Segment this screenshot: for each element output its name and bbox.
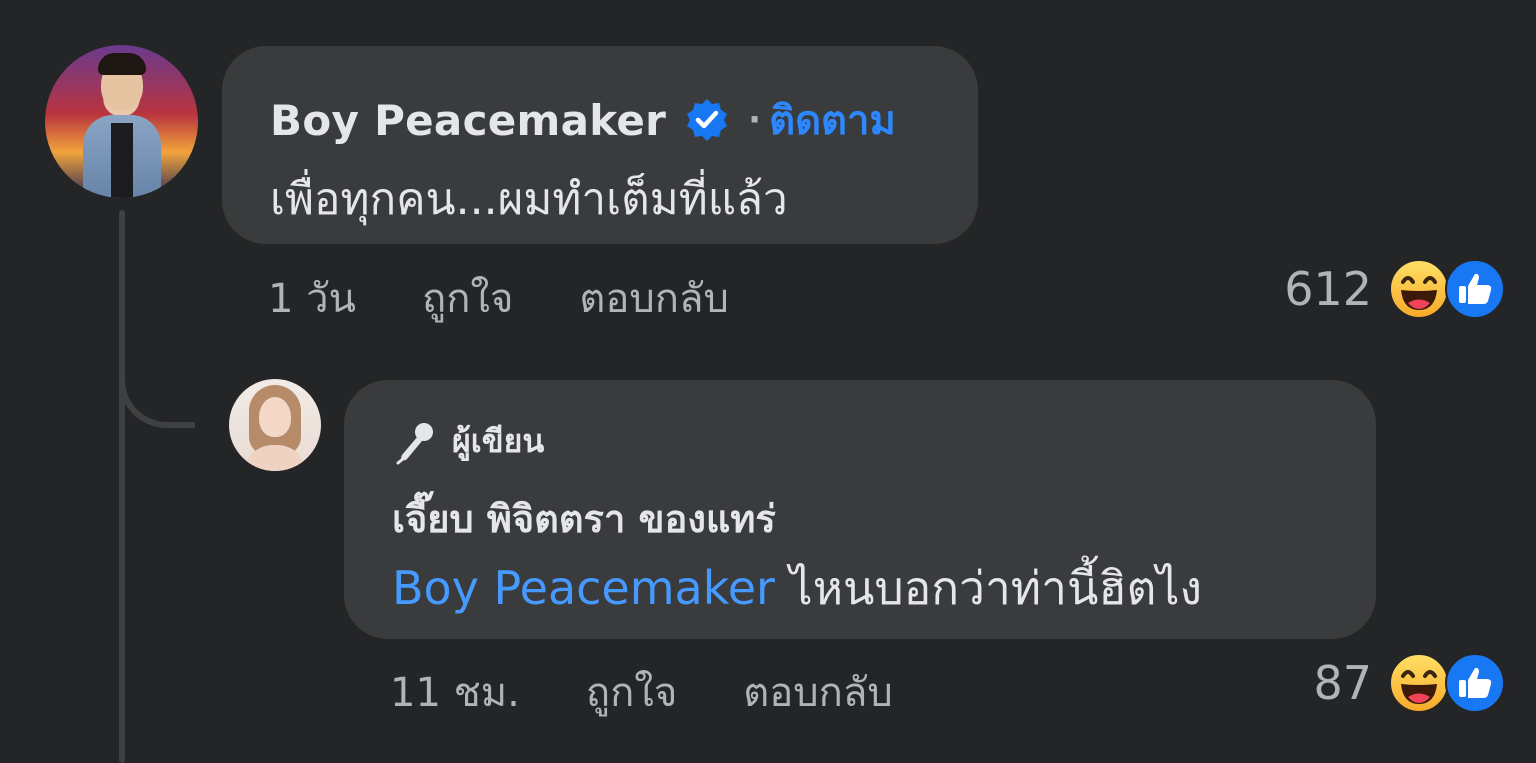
comment-bubble: Boy Peacemaker · ติดตาม เพื่อทุกคน...ผมท…	[222, 46, 978, 244]
like-icon	[1444, 652, 1506, 714]
reaction-summary[interactable]: 612	[1284, 258, 1506, 320]
reaction-count: 612	[1284, 262, 1372, 316]
author-badge-label: ผู้เขียน	[452, 422, 545, 460]
avatar[interactable]	[45, 45, 198, 198]
comment-timestamp[interactable]: 1 วัน	[268, 266, 356, 330]
comment-actions: 1 วัน ถูกใจ ตอบกลับ	[268, 266, 729, 330]
reply-text: Boy Peacemaker ไหนบอกว่าท่านี้ฮิตไง	[392, 552, 1202, 625]
reply-bubble: ผู้เขียน เจี๊ยบ พิจิตตรา ของแทร่ Boy Pea…	[344, 380, 1376, 639]
author-badge: ผู้เขียน	[392, 416, 544, 467]
reply-connector	[119, 300, 195, 428]
like-icon	[1444, 258, 1506, 320]
comment-header: Boy Peacemaker · ติดตาม	[270, 88, 896, 152]
verified-badge-icon	[684, 97, 730, 143]
reply-avatar[interactable]	[229, 379, 321, 471]
comment-thread: Boy Peacemaker · ติดตาม เพื่อทุกคน...ผมท…	[0, 0, 1536, 763]
thread-line	[119, 210, 125, 763]
reply-reaction-summary[interactable]: 87	[1313, 652, 1506, 714]
mention-link[interactable]: Boy Peacemaker	[392, 561, 775, 615]
reply-message: ไหนบอกว่าท่านี้ฮิตไง	[774, 561, 1202, 615]
reply-actions: 11 ชม. ถูกใจ ตอบกลับ	[390, 660, 893, 724]
like-button[interactable]: ถูกใจ	[422, 266, 513, 330]
comment-text: เพื่อทุกคน...ผมทำเต็มที่แล้ว	[270, 174, 788, 225]
reply-button[interactable]: ตอบกลับ	[579, 266, 729, 330]
haha-icon	[1388, 258, 1450, 320]
reply-reaction-count: 87	[1313, 656, 1372, 710]
separator-dot: ·	[748, 100, 762, 140]
comment-author-name[interactable]: Boy Peacemaker	[270, 96, 666, 145]
reply-timestamp[interactable]: 11 ชม.	[390, 660, 520, 724]
microphone-icon	[392, 419, 438, 465]
haha-icon	[1388, 652, 1450, 714]
reply-reply-button[interactable]: ตอบกลับ	[743, 660, 893, 724]
reply-like-button[interactable]: ถูกใจ	[586, 660, 677, 724]
reply-author-name[interactable]: เจี๊ยบ พิจิตตรา ของแทร่	[392, 488, 776, 549]
follow-button[interactable]: ติดตาม	[769, 88, 896, 152]
